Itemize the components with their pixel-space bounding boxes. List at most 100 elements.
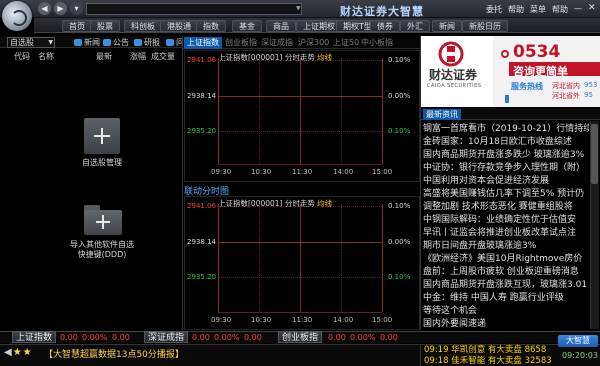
intraday-chart-1[interactable] (184, 50, 420, 182)
news-item[interactable]: 高盛将美国赚钱估几率下调至5% 预计仍 (423, 188, 589, 200)
star-icon[interactable]: ★ (13, 347, 23, 358)
intraday-chart-2[interactable] (184, 196, 420, 330)
news-item[interactable]: 期市日间盘开盘玻璃涨逾3% (423, 240, 589, 252)
previous-icon[interactable]: ◀ (4, 347, 13, 358)
star-icon[interactable]: ★ (23, 347, 33, 358)
menu-ipo-calendar[interactable]: 新股日历 (462, 20, 508, 32)
news-item[interactable]: 中证协：银行存款竞争步入理性期（附） (423, 162, 589, 174)
tab-news[interactable]: 新闻 (74, 37, 100, 48)
chart2-pct-mid: 0.00% (388, 238, 411, 246)
import-watchlist-label[interactable]: 导入其他软件自选 快捷键(DDD) (52, 240, 152, 260)
entrust-link[interactable]: 委托 (486, 4, 502, 15)
research-icon (134, 39, 142, 46)
tab-sme-index[interactable]: 中小板指 (358, 37, 396, 49)
news-item[interactable]: 调整加剧 技术形态恶化 賽健重组股将 (423, 201, 589, 213)
menu-news[interactable]: 新闻 (432, 20, 462, 32)
ticker-controls[interactable]: ◀★★ (4, 347, 33, 358)
add-watchlist-button[interactable] (84, 118, 120, 154)
news-item[interactable]: 《欧洲经济》美国10月Rightmove房价 (423, 253, 589, 265)
tab-chinext[interactable]: 创业板指 (222, 37, 260, 49)
chart1-pct-high: 0.10% (388, 56, 411, 64)
news-item[interactable]: 金砖国家：10月18日欧汇市收盘综述 (423, 136, 589, 148)
command-dropdown-icon[interactable]: ▼ (296, 4, 302, 14)
news-icon (74, 39, 82, 46)
dzh-logo[interactable]: 大智慧 (558, 335, 598, 347)
tab-szse-comp[interactable]: 深证成指 (258, 37, 296, 49)
help-link[interactable]: 帮助 (508, 4, 524, 15)
chart2-grid-v2 (300, 204, 301, 312)
chart2-grid-axis (218, 312, 382, 313)
menu-commodity[interactable]: 商品 (266, 20, 296, 32)
broker-ad-banner[interactable]: 财达证券 CAIDA SECURITIES 0534 咨询更简单 服务热线 河北… (421, 36, 600, 107)
index-chinext-name[interactable]: 创业板指 (278, 331, 323, 343)
watchlist-select[interactable]: 自选股 ▼ (7, 37, 55, 48)
news-item[interactable]: 国内商品期货开盘涨多跌少 玻璃涨逾3% (423, 149, 589, 161)
tab-research-label: 研报 (144, 38, 160, 47)
command-field[interactable] (87, 4, 301, 14)
news-item[interactable]: 中钢国际解码：业绩确定性优于估值安 (423, 214, 589, 226)
menu-hk-connect[interactable]: 港股通 (160, 20, 198, 32)
index-szse-name[interactable]: 深证成指 (144, 331, 189, 343)
news-item[interactable]: 盘前：上周股市疲软 创业板迎重磅消息 (423, 266, 589, 278)
chart1-grid-v0 (218, 58, 219, 164)
watchlist-manage-label[interactable]: 自选股管理 (60, 158, 144, 168)
index-chinext-price: 0.00 (328, 333, 346, 342)
tab-announcements[interactable]: 公告 (103, 37, 129, 48)
dropdown-arrow-icon[interactable]: ▾ (70, 2, 83, 15)
chart1-x-1030: 10:30 (251, 168, 272, 176)
back-arrow-icon[interactable]: ◀ (38, 2, 51, 15)
app-logo-icon[interactable] (2, 1, 32, 31)
forward-arrow-icon[interactable]: ▶ (54, 2, 67, 15)
news-item[interactable]: 等待这个机会 (423, 305, 589, 317)
big-order-alert[interactable]: 09:18 佳禾智能 有大卖盘 32583 (424, 354, 552, 366)
chevron-down-icon: ▼ (48, 39, 53, 46)
announcement-icon (103, 39, 111, 46)
command-input[interactable] (86, 3, 302, 15)
menu-forex[interactable]: 外汇 (400, 20, 430, 32)
tab-latest-news[interactable]: 最新资讯 (423, 109, 461, 120)
index-szse-price: 0.00 (192, 333, 210, 342)
chart2-grid-v3 (341, 204, 342, 312)
close-icon[interactable]: ✕ (588, 3, 596, 13)
col-code[interactable]: 代码 (14, 51, 30, 62)
ticker-message[interactable]: 【大智慧超赢数据13点50分播报】 (44, 347, 184, 360)
news-item[interactable]: 国内外要闻速递 (423, 318, 589, 329)
chart2-grid-v1 (259, 204, 260, 312)
ad-region-1: 河北省内 (552, 82, 580, 90)
chart1-grid-v4 (382, 58, 383, 164)
menu-fund[interactable]: 基金 (232, 20, 262, 32)
index-sse-change: 0.00 (112, 333, 130, 342)
tab-csi300[interactable]: 沪深300 (295, 37, 332, 49)
tab-research[interactable]: 研报 (134, 37, 160, 48)
chart2-y-mid: 2938.14 (187, 238, 216, 246)
news-item[interactable]: 国内商品期货开盘涨跌互现，玻璃涨3.01 (423, 279, 589, 291)
import-folder-icon[interactable] (84, 205, 122, 235)
col-volume[interactable]: 成交量 (151, 51, 175, 62)
col-latest[interactable]: 最新 (96, 51, 112, 62)
chart1-x-1400: 14:00 (333, 168, 354, 176)
index-sse-name[interactable]: 上证指数 (12, 331, 57, 343)
menu-link[interactable]: 菜单 (530, 4, 546, 15)
minimize-icon[interactable]: — (574, 4, 582, 13)
news-scrollbar-thumb[interactable] (591, 124, 598, 184)
col-name[interactable]: 名称 (38, 51, 54, 62)
news-item[interactable]: 中国利用对资本会促进经济发展 (423, 175, 589, 187)
chart2-pct-low: 0.10% (388, 273, 411, 281)
ad-brand-cn: 财达证券 (429, 68, 478, 82)
chart2-x-0930: 09:30 (211, 316, 232, 324)
col-change[interactable]: 涨幅 (130, 51, 146, 62)
menu-star-market[interactable]: 科创板 (124, 20, 162, 32)
tab-sse-index[interactable]: 上证指数 (184, 37, 222, 49)
chart2-x-1130: 11:30 (292, 316, 313, 324)
menu-home[interactable]: 首页 (62, 20, 92, 32)
chart2-title: 上证指数[000001] 分时走势 均线 (218, 198, 332, 209)
menu-bonds[interactable]: 债券 (370, 20, 400, 32)
menu-index[interactable]: 指数 (196, 20, 226, 32)
news-item[interactable]: 中金：维持 中国人寿 跑赢行业评级 (423, 292, 589, 304)
menu-stocks[interactable]: 股票 (90, 20, 120, 32)
chart1-y-low: 2935.20 (187, 127, 216, 135)
news-item[interactable]: 早讯丨证监会将推进创业板改革试点注 (423, 227, 589, 239)
left-divider (182, 36, 183, 330)
help-link-2[interactable]: 帮助 (552, 4, 568, 15)
news-item[interactable]: 钢富一首席看市（2019-10-21）行情持续 (423, 123, 589, 135)
